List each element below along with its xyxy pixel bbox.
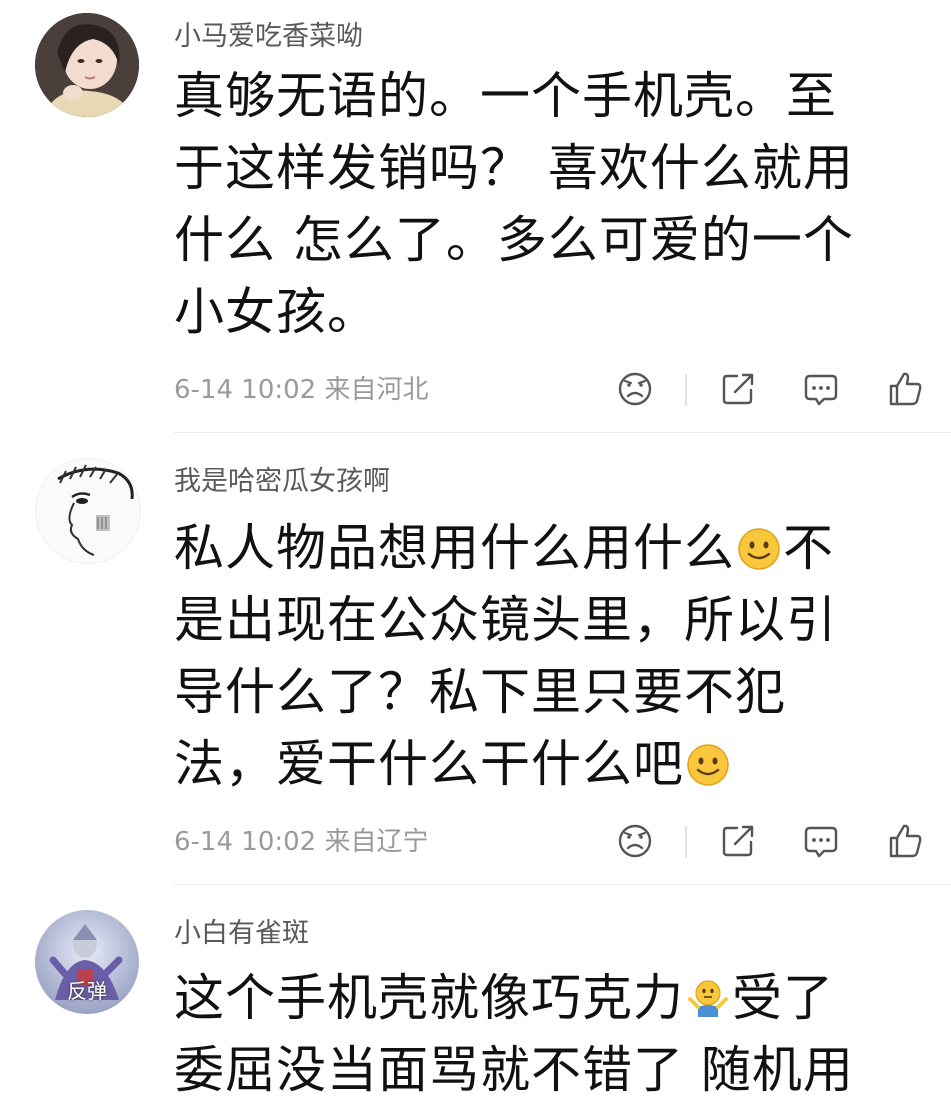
avatar-girl-photo [35, 13, 139, 117]
thumbs-up-icon[interactable] [884, 368, 926, 410]
divider [174, 884, 951, 885]
comment-text: 这个手机壳就像巧克力 受了 委屈没当面骂就不错了 随机用 [174, 962, 904, 1106]
thumbs-up-icon[interactable] [884, 820, 926, 862]
comment-actions [600, 368, 930, 418]
comment-line: 这个手机壳就像巧克力 受了 [174, 962, 904, 1034]
comment-bubble-icon[interactable] [800, 820, 842, 862]
timestamp: 6-14 10:02 [174, 375, 317, 405]
avatar[interactable] [35, 458, 141, 564]
comment-line: 于这样发销吗？ 喜欢什么就用 [174, 139, 854, 197]
comment-text: 真够无语的。一个手机壳。至 于这样发销吗？ 喜欢什么就用 什么 怎么了。多么可爱… [174, 60, 904, 348]
comment-line: 什么 怎么了。多么可爱的一个 [174, 211, 854, 269]
comment-line-text: 受了 [732, 969, 834, 1027]
avatar[interactable]: 反弹 [35, 910, 139, 1014]
share-icon[interactable] [717, 820, 759, 862]
comment-line: 委屈没当面骂就不错了 随机用 [174, 1041, 854, 1099]
avatar[interactable] [35, 13, 139, 117]
action-separator [685, 826, 687, 858]
avatar-sketch-face [36, 459, 140, 563]
comment-line-text: 法，爱干什么干什么吧 [174, 735, 684, 793]
frown-face-icon[interactable] [614, 368, 656, 410]
comment-text: 私人物品想用什么用什么不 是出现在公众镜头里，所以引 导什么了？私下里只要不犯 … [174, 512, 904, 800]
action-separator [685, 374, 687, 406]
timestamp: 6-14 10:02 [174, 827, 317, 857]
username[interactable]: 我是哈密瓜女孩啊 [174, 465, 390, 499]
frown-face-icon[interactable] [614, 820, 656, 862]
comment-meta: 6-14 10:02 来自辽宁 [174, 825, 428, 859]
comment-meta: 6-14 10:02 来自河北 [174, 373, 428, 407]
comment-line: 导什么了？私下里只要不犯 [174, 663, 786, 721]
comment-line-text: 这个手机壳就像巧克力 [174, 969, 684, 1027]
comment-bubble-icon[interactable] [800, 368, 842, 410]
comment-actions [600, 820, 930, 870]
smile-emoji-icon [737, 518, 781, 570]
comment-line: 法，爱干什么干什么吧 [174, 728, 904, 800]
location: 来自河北 [324, 375, 429, 405]
share-icon[interactable] [717, 368, 759, 410]
location: 来自辽宁 [324, 827, 429, 857]
comment-line-text: 不 [783, 519, 834, 577]
shrug-emoji-icon [686, 968, 730, 1017]
smile-emoji-icon [686, 734, 730, 786]
avatar-badge: 反弹 [67, 979, 107, 1003]
divider [174, 432, 951, 433]
username[interactable]: 小马爱吃香菜呦 [174, 20, 363, 54]
comment-line: 私人物品想用什么用什么不 [174, 512, 904, 584]
comment-line: 小女孩。 [174, 283, 378, 341]
comment-line: 真够无语的。一个手机壳。至 [174, 67, 837, 125]
comment-line: 是出现在公众镜头里，所以引 [174, 591, 837, 649]
comment-line-text: 私人物品想用什么用什么 [174, 519, 735, 577]
username[interactable]: 小白有雀斑 [174, 917, 309, 951]
